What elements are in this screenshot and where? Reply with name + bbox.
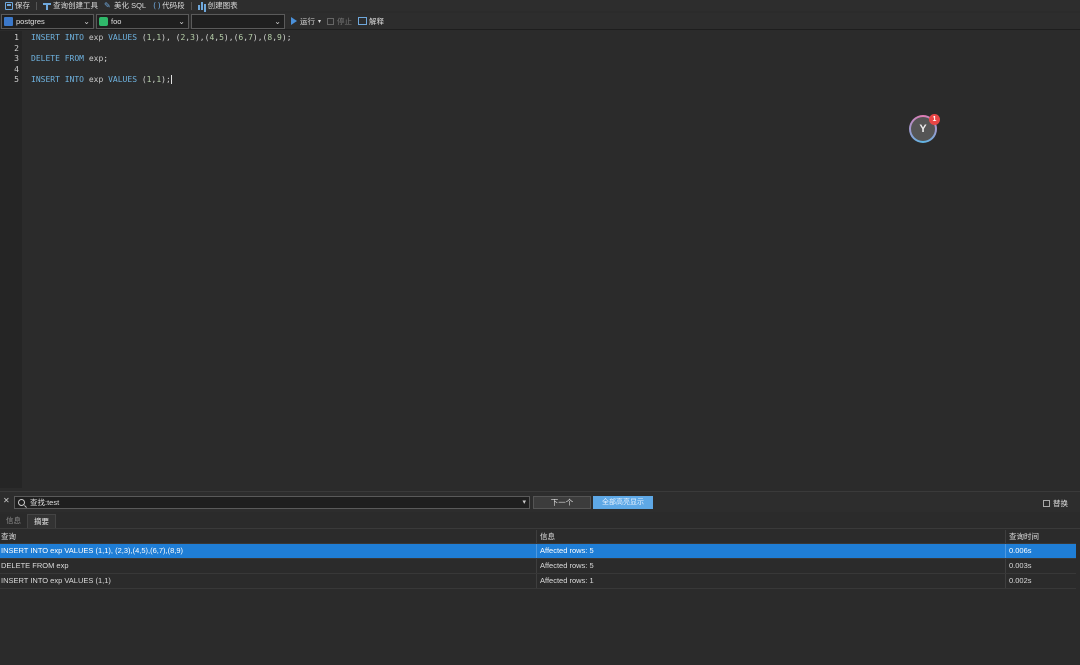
- connection-select[interactable]: postgres ⌄: [1, 13, 94, 29]
- results-table: 查询 信息 查询时间 INSERT INTO exp VALUES (1,1),…: [0, 530, 1076, 589]
- save-button[interactable]: 保存: [2, 0, 33, 11]
- run-dropdown-icon[interactable]: ▾: [318, 18, 321, 25]
- main-toolbar: 保存 查询创建工具 ✎ 美化 SQL () 代码段 创建图表: [0, 0, 1080, 11]
- tab-message[interactable]: 信息: [0, 514, 27, 528]
- wand-icon: ✎: [104, 0, 111, 10]
- connection-toolbar: postgres ⌄ foo ⌄ ⌄ 运行 ▾ 停止 解释: [0, 13, 1080, 30]
- query-builder-icon: [43, 2, 51, 10]
- toolbar-divider: [190, 1, 192, 10]
- notification-badge: 1: [929, 114, 940, 125]
- chevron-down-icon: ⌄: [83, 16, 90, 26]
- table-row[interactable]: DELETE FROM exp Affected rows: 5 0.003s: [0, 559, 1076, 574]
- query-cell: DELETE FROM exp: [1, 561, 69, 570]
- beautify-sql-label: 美化 SQL: [114, 1, 147, 10]
- connection-value: postgres: [16, 16, 45, 26]
- chevron-down-icon[interactable]: ▾: [522, 498, 526, 506]
- line-number: 5: [14, 75, 19, 84]
- code-line: INSERT INTO exp VALUES (1,1), (2,3),(4,5…: [31, 33, 292, 42]
- assistant-avatar[interactable]: Y 1: [909, 114, 940, 143]
- database-value: foo: [111, 16, 122, 26]
- search-icon: [18, 499, 25, 506]
- query-cell: INSERT INTO exp VALUES (1,1), (2,3),(4,5…: [1, 546, 184, 555]
- message-cell: Affected rows: 5: [536, 544, 1005, 558]
- table-header: 查询 信息 查询时间: [0, 530, 1076, 544]
- table-row[interactable]: INSERT INTO exp VALUES (1,1) Affected ro…: [0, 574, 1076, 589]
- postgres-connection-icon: [4, 16, 13, 26]
- create-chart-button[interactable]: 创建图表: [195, 0, 241, 11]
- explain-icon: [358, 17, 368, 25]
- code-line: INSERT INTO exp VALUES (1,1);: [31, 75, 172, 84]
- query-builder-button[interactable]: 查询创建工具: [40, 0, 101, 11]
- find-bar: ✕ 查找:test ▾ 下一个 全部高亮显示 替换: [0, 491, 1080, 512]
- column-header-query[interactable]: 查询: [0, 530, 536, 543]
- query-cell: INSERT INTO exp VALUES (1,1): [1, 576, 111, 585]
- line-number: 1: [14, 33, 19, 42]
- stop-button[interactable]: 停止: [337, 16, 352, 27]
- save-label: 保存: [15, 1, 30, 10]
- stop-icon: [327, 17, 335, 25]
- chevron-down-icon: ⌄: [274, 16, 281, 26]
- line-number: 3: [14, 54, 19, 63]
- replace-label: 替换: [1053, 499, 1068, 508]
- table-row[interactable]: INSERT INTO exp VALUES (1,1), (2,3),(4,5…: [0, 544, 1076, 559]
- text-cursor: [170, 75, 172, 84]
- schema-select[interactable]: ⌄: [191, 13, 285, 29]
- replace-toggle[interactable]: 替换: [1043, 498, 1068, 509]
- explain-button[interactable]: 解释: [369, 16, 384, 27]
- message-cell: Affected rows: 5: [536, 559, 1005, 573]
- time-cell: 0.003s: [1005, 559, 1076, 573]
- replace-checkbox[interactable]: [1043, 500, 1050, 507]
- highlight-all-button[interactable]: 全部高亮显示: [593, 496, 653, 509]
- column-header-time[interactable]: 查询时间: [1005, 530, 1076, 543]
- code-snippet-button[interactable]: () 代码段: [149, 0, 188, 11]
- column-header-message[interactable]: 信息: [536, 530, 1005, 543]
- message-cell: Affected rows: 1: [536, 574, 1005, 588]
- beautify-sql-button[interactable]: ✎ 美化 SQL: [101, 0, 149, 11]
- play-icon: [291, 17, 297, 25]
- create-chart-label: 创建图表: [207, 1, 238, 10]
- line-number-gutter: [0, 31, 22, 488]
- find-next-button[interactable]: 下一个: [533, 496, 591, 509]
- close-icon[interactable]: ✕: [3, 496, 10, 505]
- time-cell: 0.002s: [1005, 574, 1076, 588]
- chevron-down-icon: ⌄: [178, 16, 185, 26]
- query-builder-label: 查询创建工具: [53, 1, 98, 10]
- database-icon: [99, 16, 108, 26]
- run-label: 运行: [300, 16, 315, 26]
- save-icon: [5, 1, 13, 10]
- braces-icon: (): [152, 0, 162, 10]
- code-line: DELETE FROM exp;: [31, 54, 109, 63]
- sql-editor[interactable]: 1 2 3 4 5 INSERT INTO exp VALUES (1,1), …: [0, 31, 1080, 488]
- search-input[interactable]: 查找:test ▾: [14, 496, 530, 509]
- run-button[interactable]: 运行 ▾: [291, 16, 321, 27]
- search-value: 查找:test: [30, 498, 60, 507]
- chart-icon: [197, 1, 206, 10]
- tab-summary[interactable]: 摘要: [27, 514, 56, 528]
- toolbar-divider: [36, 1, 37, 10]
- database-select[interactable]: foo ⌄: [96, 13, 189, 29]
- code-snippet-label: 代码段: [162, 1, 185, 10]
- result-tabs: 信息 摘要: [0, 513, 1080, 529]
- time-cell: 0.006s: [1005, 544, 1076, 558]
